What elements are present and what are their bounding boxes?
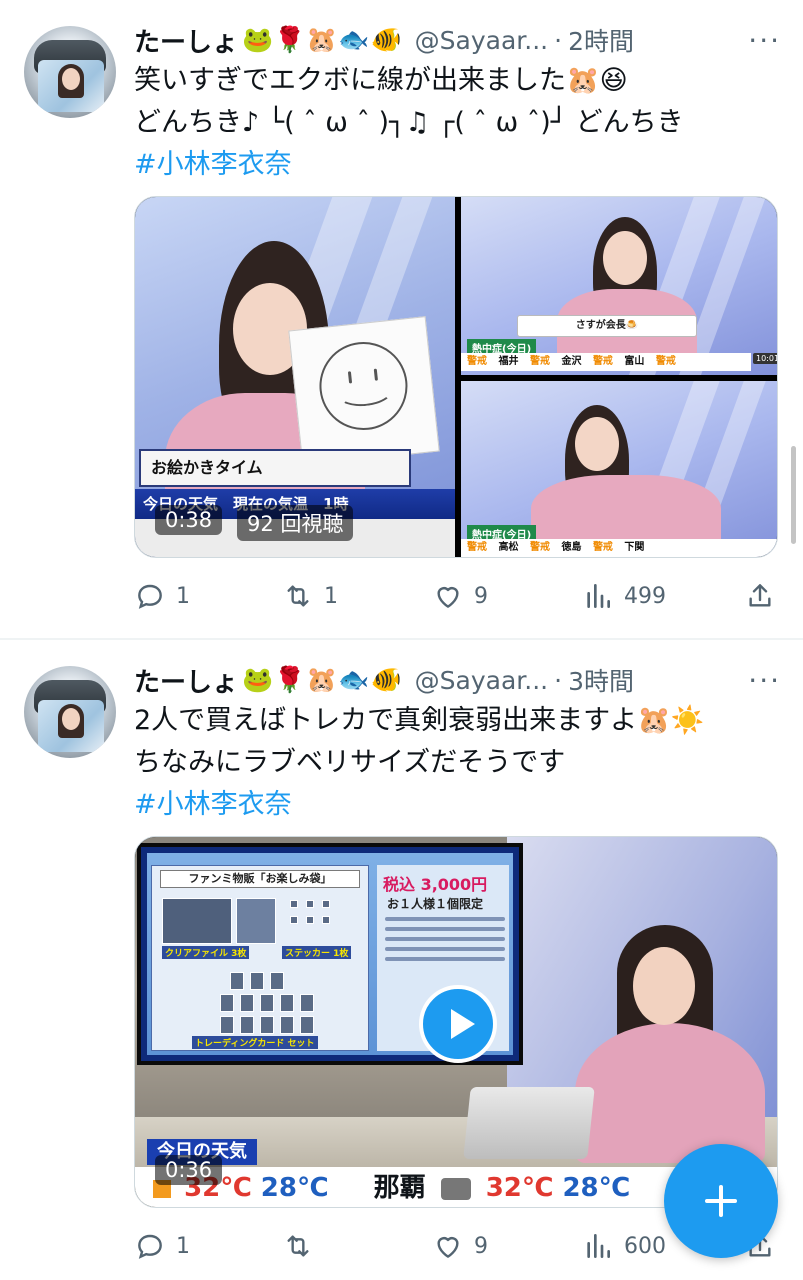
cloud-icon xyxy=(440,1177,471,1200)
video-view-count: 92 回視聴 xyxy=(237,505,354,541)
person-face xyxy=(575,417,619,471)
timestamp[interactable]: 3時間 xyxy=(568,662,634,698)
separator-dot: · xyxy=(554,665,563,695)
retweet-button[interactable]: 1 xyxy=(282,576,338,616)
comment-box: さすが会長🍮 xyxy=(517,315,697,337)
tweet-header: たーしょ 🐸🌹🐹🐟🐠 @Sayaar... · 3時間 xyxy=(134,662,784,698)
like-button[interactable]: 9 xyxy=(432,576,488,616)
separator-dot: · xyxy=(554,25,563,55)
tweet[interactable]: たーしょ 🐸🌹🐹🐟🐠 @Sayaar... · 2時間 ··· 笑いすぎでエクボ… xyxy=(0,0,803,640)
price-text: 税込 3,000円 xyxy=(383,875,488,894)
person-face xyxy=(603,231,647,285)
label-sticker: ステッカー 1枚 xyxy=(282,946,352,959)
smiley-drawing xyxy=(315,337,412,435)
video-duration: 0:38 xyxy=(155,505,223,535)
heart-icon xyxy=(437,1237,459,1258)
more-icon[interactable]: ··· xyxy=(748,664,781,697)
tweet-text: 笑いすぎでエクボに線が出来ました🐹😆 どんちき♪ └( ˆ ω ˆ )┐♫ ┌(… xyxy=(134,60,784,186)
weather-row: 警戒 高松 警戒 徳島 警戒 下関 xyxy=(461,539,777,557)
tweet-text: 2人で買えばトレカで真剣衰弱出来ますよ🐹☀️ ちなみにラブベリサイズだそうです … xyxy=(134,700,784,826)
video-frame-top-right: さすが会長🍮 熱中症(今日) 警戒 福井 警戒 金沢 警戒 富山 警戒 10:0… xyxy=(461,197,777,375)
reply-count: 1 xyxy=(176,583,190,609)
tweet-actions: 1 1 9 499 xyxy=(134,576,784,616)
retweet-button[interactable] xyxy=(282,1226,324,1266)
reply-icon xyxy=(138,1234,162,1259)
reply-icon xyxy=(138,584,162,609)
compose-button[interactable] xyxy=(664,1144,778,1258)
avatar[interactable] xyxy=(24,26,116,118)
retweet-icon xyxy=(287,585,309,607)
goods-panel-title: ファンミ物販「お楽しみ袋」 xyxy=(160,870,360,888)
avatar-face-shape xyxy=(62,708,80,730)
avatar[interactable] xyxy=(24,666,116,758)
schedule-lines xyxy=(385,917,505,987)
like-count: 9 xyxy=(474,1233,488,1259)
video-frame-bottom-right: 熱中症(今日) 警戒 高松 警戒 徳島 警戒 下関 xyxy=(461,381,777,557)
tweet-text-line: どんちき♪ └( ˆ ω ˆ )┐♫ ┌( ˆ ω ˆ)┘ どんちき xyxy=(134,107,684,138)
share-button[interactable] xyxy=(744,576,776,616)
views-count: 499 xyxy=(624,583,666,609)
reply-button[interactable]: 1 xyxy=(134,1226,190,1266)
views-count: 600 xyxy=(624,1233,666,1259)
timestamp[interactable]: 2時間 xyxy=(568,22,634,58)
hashtag-link[interactable]: #小林李衣奈 xyxy=(134,144,784,186)
author-name[interactable]: たーしょ xyxy=(134,22,238,58)
reply-count: 1 xyxy=(176,1233,190,1259)
author-emojis: 🐸🌹🐹🐟🐠 xyxy=(242,665,403,694)
heart-icon xyxy=(437,587,459,608)
views-button[interactable]: 499 xyxy=(582,576,666,616)
caption-bar: お絵かきタイム xyxy=(139,449,411,487)
more-icon[interactable]: ··· xyxy=(748,24,781,57)
tweet-header: たーしょ 🐸🌹🐹🐟🐠 @Sayaar... · 2時間 xyxy=(134,22,784,58)
play-button[interactable] xyxy=(419,985,497,1063)
video-frame-left: お絵かきタイム 今日の天気 現在の気温 1時 xyxy=(135,197,455,557)
goods-panel: ファンミ物販「お楽しみ袋」 クリアファイル 3枚 ステッカー 1枚 トレーディン… xyxy=(151,865,369,1051)
author-handle[interactable]: @Sayaar... xyxy=(415,26,548,55)
person-body xyxy=(575,1023,765,1163)
card-grid xyxy=(160,894,360,1044)
author-handle[interactable]: @Sayaar... xyxy=(415,666,548,695)
retweet-icon xyxy=(287,1235,309,1257)
tweet-text-line: ちなみにラブベリサイズだそうです xyxy=(134,747,566,778)
share-icon xyxy=(749,584,771,607)
video-duration: 0:36 xyxy=(155,1155,223,1185)
author-name[interactable]: たーしょ xyxy=(134,662,238,698)
tweet-text-line: 笑いすぎでエクボに線が出来ました🐹😆 xyxy=(134,65,628,96)
tweet-text-line: 2人で買えばトレカで真剣衰弱出来ますよ🐹☀️ xyxy=(134,705,705,736)
laptop xyxy=(463,1087,595,1159)
label-cards: トレーディングカード セット xyxy=(192,1036,318,1049)
reply-button[interactable]: 1 xyxy=(134,576,190,616)
hashtag-link[interactable]: #小林李衣奈 xyxy=(134,784,784,826)
person-face xyxy=(633,947,695,1025)
media-video[interactable]: ファンミ物販「お楽しみ袋」 クリアファイル 3枚 ステッカー 1枚 トレーディン… xyxy=(134,836,778,1208)
like-button[interactable]: 9 xyxy=(432,1226,488,1266)
author-emojis: 🐸🌹🐹🐟🐠 xyxy=(242,25,403,54)
avatar-face-shape xyxy=(62,68,80,90)
retweet-count: 1 xyxy=(324,583,338,609)
play-icon xyxy=(451,1009,475,1039)
live-badge: 10:01 xyxy=(753,353,777,364)
views-button[interactable]: 600 xyxy=(582,1226,666,1266)
drawing-paper xyxy=(288,316,440,466)
label-clear-file: クリアファイル 3枚 xyxy=(162,946,250,959)
limit-text: お１人様１個限定 xyxy=(387,897,484,911)
weather-row: 警戒 福井 警戒 金沢 警戒 富山 警戒 xyxy=(461,353,751,371)
like-count: 9 xyxy=(474,583,488,609)
views-icon xyxy=(587,584,610,608)
views-icon xyxy=(587,1234,610,1258)
media-video[interactable]: お絵かきタイム 今日の天気 現在の気温 1時 さすが会長🍮 熱中症(今日) 警戒… xyxy=(134,196,778,558)
scrollbar[interactable] xyxy=(791,446,796,544)
